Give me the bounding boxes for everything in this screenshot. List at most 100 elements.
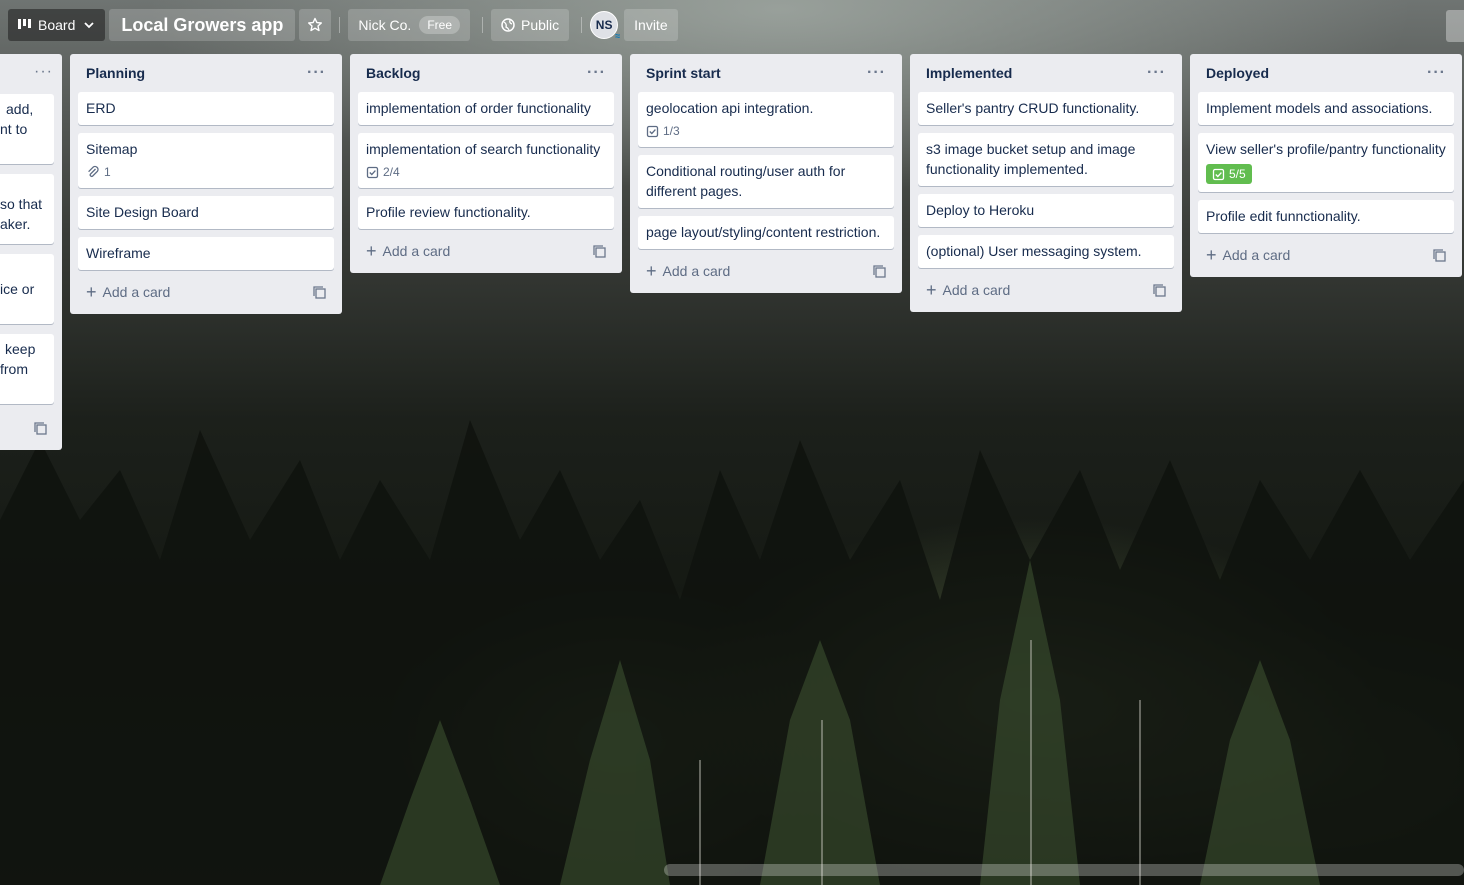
card[interactable]: geolocation api integration. 1/3 (638, 92, 894, 147)
add-card-button[interactable]: + Add a card (1198, 241, 1454, 269)
card[interactable]: ERD (78, 92, 334, 125)
add-card-label: Add a card (942, 282, 1011, 298)
list-title[interactable]: Planning (86, 65, 145, 81)
card-partial[interactable]: so that aker. (0, 174, 54, 244)
card-partial-line: add, (6, 101, 34, 117)
card-partial-line: from (0, 361, 28, 377)
list-header: Implemented ··· (918, 54, 1174, 92)
card[interactable]: Profile review functionality. (358, 196, 614, 229)
list-title[interactable]: Backlog (366, 65, 420, 81)
card-template-icon[interactable] (313, 285, 326, 299)
header-divider (581, 17, 583, 33)
card-title: implementation of search functionality (366, 141, 601, 157)
list-backlog: Backlog ··· implementation of order func… (350, 54, 622, 273)
add-card-label: Add a card (382, 243, 451, 259)
add-card-label: Add a card (102, 284, 171, 300)
card[interactable]: s3 image bucket setup and image function… (918, 133, 1174, 186)
list-menu-icon[interactable]: ··· (1147, 65, 1166, 81)
card-partial[interactable]: keep from (0, 334, 54, 404)
card-partial[interactable]: ice or (0, 254, 54, 324)
add-card-button[interactable]: + Add a card (78, 278, 334, 306)
list-header: Backlog ··· (358, 54, 614, 92)
invite-button[interactable]: Invite (624, 9, 678, 41)
list-planning: Planning ··· ERD Sitemap 1 Site Design B… (70, 54, 342, 314)
add-card-button[interactable]: + Add a card (638, 257, 894, 285)
plus-icon: + (646, 261, 657, 281)
card-title: ERD (86, 100, 116, 116)
card-template-icon[interactable] (34, 422, 47, 440)
card-template-icon[interactable] (1153, 283, 1166, 297)
card[interactable]: implementation of order functionality (358, 92, 614, 125)
card-title: View seller's profile/pantry functionali… (1206, 141, 1446, 157)
card[interactable]: (optional) User messaging system. (918, 235, 1174, 268)
card[interactable]: View seller's profile/pantry functionali… (1198, 133, 1454, 192)
add-card-button[interactable]: + Add a card (358, 237, 614, 265)
view-label: Board (38, 17, 76, 33)
list-menu-icon[interactable]: ··· (307, 65, 326, 81)
visibility-label: Public (521, 17, 560, 33)
card-title: (optional) User messaging system. (926, 243, 1142, 259)
checklist-icon (366, 166, 379, 178)
card-badges: 5/5 (1206, 163, 1446, 185)
board-title[interactable]: Local Growers app (109, 9, 296, 41)
list-menu-icon[interactable]: ··· (1427, 65, 1446, 81)
card[interactable]: Implement models and associations. (1198, 92, 1454, 125)
card[interactable]: Deploy to Heroku (918, 194, 1174, 227)
checklist-icon (646, 125, 659, 137)
list-title[interactable]: Sprint start (646, 65, 721, 81)
visibility-button[interactable]: Public (491, 9, 570, 41)
card-badges: 1/3 (646, 122, 886, 140)
checklist-count: 1/3 (663, 124, 680, 138)
menu-button-partial[interactable] (1446, 10, 1464, 42)
card-partial-line: so that (0, 196, 43, 212)
admin-chevron-icon: ≈ (615, 31, 621, 41)
card-title: geolocation api integration. (646, 100, 814, 116)
plus-icon: + (366, 241, 377, 261)
horizontal-scrollbar[interactable] (664, 864, 1464, 876)
card-title: implementation of order functionality (366, 100, 591, 116)
card-template-icon[interactable] (1433, 248, 1446, 262)
checklist-icon (1212, 168, 1225, 180)
card-title: Seller's pantry CRUD functionality. (926, 100, 1140, 116)
card-title: Sitemap (86, 141, 138, 157)
card[interactable]: Wireframe (78, 237, 334, 270)
avatar[interactable]: NS ≈ (590, 11, 621, 41)
card-title: Deploy to Heroku (926, 202, 1035, 218)
star-icon (308, 17, 323, 32)
list-title[interactable]: Implemented (926, 65, 1012, 81)
card-partial-line (0, 179, 54, 187)
card[interactable]: implementation of search functionality 2… (358, 133, 614, 188)
card[interactable]: page layout/styling/content restriction. (638, 216, 894, 249)
checklist-complete-badge: 5/5 (1206, 164, 1252, 184)
list-header: Sprint start ··· (638, 54, 894, 92)
card-template-icon[interactable] (593, 244, 606, 258)
avatar-initials: NS (595, 18, 613, 32)
chevron-down-icon (84, 22, 94, 29)
card[interactable]: Profile edit funnctionality. (1198, 200, 1454, 233)
card-title: Site Design Board (86, 204, 199, 220)
card-title: s3 image bucket setup and image function… (926, 141, 1136, 177)
paperclip-icon (88, 165, 99, 178)
card[interactable]: Seller's pantry CRUD functionality. (918, 92, 1174, 125)
checklist-count: 2/4 (383, 165, 400, 179)
list-deployed: Deployed ··· Implement models and associ… (1190, 54, 1462, 277)
add-card-label: Add a card (1222, 247, 1291, 263)
workspace-name: Nick Co. (358, 17, 412, 33)
add-card-button[interactable]: + Add a card (918, 276, 1174, 304)
list-menu-icon[interactable]: ··· (34, 64, 53, 80)
card[interactable]: Site Design Board (78, 196, 334, 229)
card[interactable]: Conditional routing/user auth for differ… (638, 155, 894, 208)
list-menu-icon[interactable]: ··· (587, 65, 606, 81)
card-template-icon[interactable] (873, 264, 886, 278)
card-partial[interactable]: add, nt to (0, 94, 54, 164)
globe-icon (501, 18, 515, 32)
list-title[interactable]: Deployed (1206, 65, 1269, 81)
list-menu-icon[interactable]: ··· (867, 65, 886, 81)
workspace-button[interactable]: Nick Co. Free (348, 9, 470, 41)
card[interactable]: Sitemap 1 (78, 133, 334, 188)
plus-icon: + (86, 282, 97, 302)
card-title: Profile edit funnctionality. (1206, 208, 1361, 224)
board-view-switcher[interactable]: Board (8, 9, 106, 41)
card-title: Wireframe (86, 245, 151, 261)
star-button[interactable] (299, 9, 332, 41)
